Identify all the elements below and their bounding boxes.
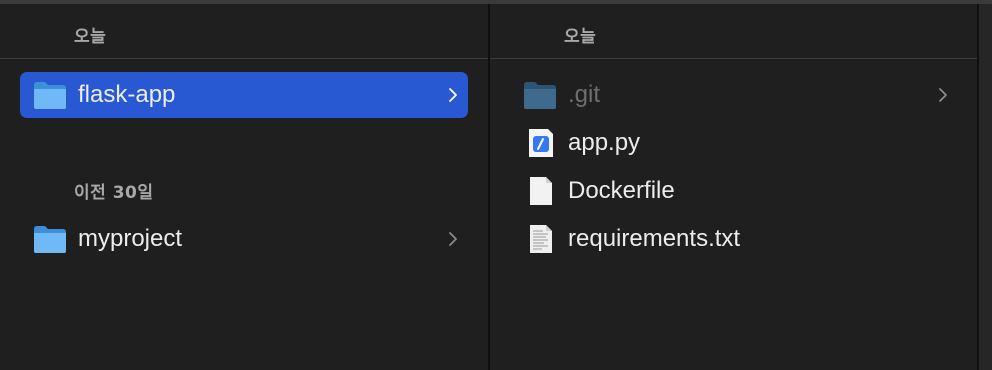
list-item-myproject[interactable]: myproject [20, 216, 468, 262]
column-3 [979, 4, 992, 370]
item-label: app.py [568, 129, 641, 156]
folder-icon [524, 82, 556, 109]
document-icon [530, 177, 552, 205]
list-item-flask-app[interactable]: flask-app [20, 72, 468, 118]
section-header-today: 오늘 [564, 27, 597, 47]
item-label: flask-app [78, 81, 176, 108]
folder-icon [34, 226, 66, 253]
column-2: 오늘 .git app.py Dockerfile requirements.t… [490, 4, 977, 370]
column-1: 오늘 flask-app 이전 30일 myproject [0, 4, 488, 370]
chevron-right-icon [449, 88, 457, 102]
section-divider [0, 58, 488, 59]
chevron-right-icon [939, 88, 947, 102]
chevron-right-icon [449, 232, 457, 246]
list-item-app-py[interactable]: app.py [510, 120, 958, 166]
section-header-today: 오늘 [74, 27, 107, 47]
item-label: myproject [78, 225, 183, 252]
folder-icon [34, 82, 66, 109]
item-label: .git [568, 81, 601, 108]
list-item-git[interactable]: .git [510, 72, 958, 118]
python-file-icon [529, 129, 553, 157]
item-label: Dockerfile [568, 177, 675, 204]
list-item-dockerfile[interactable]: Dockerfile [510, 168, 958, 214]
section-divider [490, 58, 977, 59]
item-label: requirements.txt [568, 225, 741, 252]
text-file-icon [530, 225, 552, 253]
list-item-requirements-txt[interactable]: requirements.txt [510, 216, 958, 262]
section-header-previous-30-days: 이전 30일 [74, 183, 154, 203]
